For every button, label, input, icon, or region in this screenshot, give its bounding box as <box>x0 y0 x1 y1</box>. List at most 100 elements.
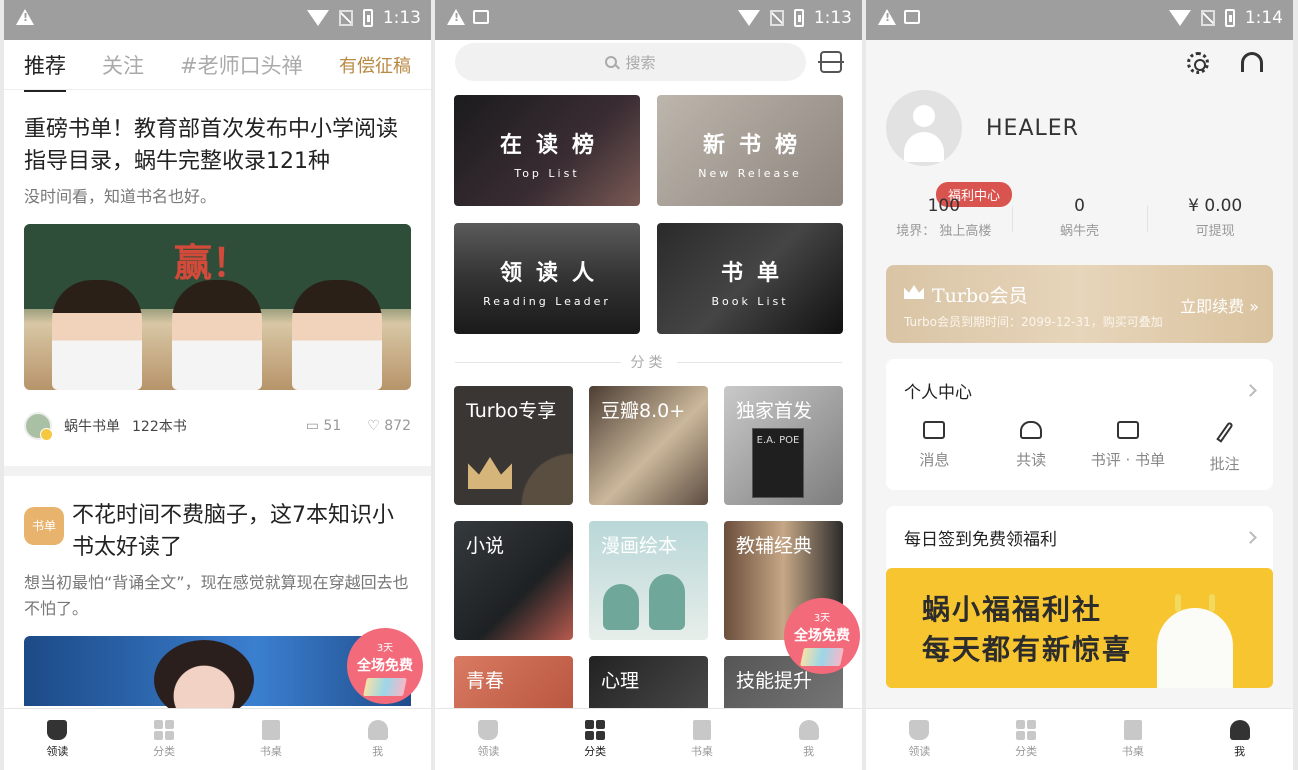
bottom-tab-bar: 领读 分类 书桌 我 <box>866 708 1293 770</box>
tab-hashtag[interactable]: #老师口头禅 <box>180 50 303 80</box>
tab-recommend[interactable]: 推荐 <box>24 50 66 92</box>
personal-center-card: 个人中心 消息 共读 书评 · 书单 批注 <box>886 359 1273 490</box>
tab-category[interactable]: 分类 <box>111 709 218 770</box>
category-tile[interactable]: 小说 <box>454 521 573 640</box>
tab-read[interactable]: 领读 <box>866 709 973 770</box>
category-tile[interactable]: 漫画绘本 <box>589 521 708 640</box>
tab-desk[interactable]: 书桌 <box>218 709 325 770</box>
stat-shells[interactable]: 0 蜗牛壳 <box>1011 196 1148 239</box>
users-icon <box>1020 421 1043 439</box>
personal-center-header[interactable]: 个人中心 <box>886 359 1273 421</box>
phone-feed-screen: 1:13 推荐 关注 #老师口头禅 有偿征稿 重磅书单！教育部首次发布中小学阅读… <box>4 0 431 770</box>
mail-icon <box>923 421 946 439</box>
scan-icon[interactable] <box>818 51 844 73</box>
status-time: 1:13 <box>813 8 852 28</box>
battery-icon <box>793 9 804 27</box>
mascot-illustration <box>1157 594 1233 688</box>
profile-stats: 100 境界： 独上高楼 0 蜗牛壳 ¥ 0.00 可提现 <box>866 196 1293 239</box>
phone-profile-screen: 1:14 HEALER 福利中心 100境界： 独上高楼 0蜗牛壳 ¥ 0.00… <box>866 0 1293 770</box>
post-image[interactable]: 赢！ <box>24 224 411 390</box>
avatar[interactable] <box>886 90 962 166</box>
post-title[interactable]: 重磅书单！教育部首次发布中小学阅读指导目录，蜗牛完整收录121种 <box>24 114 411 178</box>
bookshelf-icon <box>1123 720 1142 740</box>
search-input[interactable]: 搜索 <box>455 43 806 81</box>
messages-button[interactable]: 消息 <box>886 421 983 474</box>
new-release-card[interactable]: 新书榜 New Release <box>657 95 843 206</box>
stat-balance[interactable]: ¥ 0.00 可提现 <box>1147 196 1283 239</box>
annotations-button[interactable]: 批注 <box>1176 421 1273 474</box>
battery-icon <box>1224 9 1235 27</box>
ranking-cards: 在读榜 Top List 新书榜 New Release 领读人 Reading Le… <box>435 95 862 334</box>
post-card[interactable]: 重磅书单！教育部首次发布中小学阅读指导目录，蜗牛完整收录121种 没时间看，知道… <box>24 114 411 441</box>
category-tile[interactable]: 青春 <box>454 656 573 716</box>
tab-read[interactable]: 领读 <box>4 709 111 770</box>
grid-icon <box>585 720 606 740</box>
book-icon <box>478 720 499 740</box>
warning-icon <box>447 9 465 25</box>
free-promo-badge[interactable]: 3天 全场免费 <box>347 628 423 704</box>
free-promo-badge[interactable]: 3天 全场免费 <box>784 598 860 674</box>
bottom-tab-bar: 领读 分类 书桌 我 <box>4 708 431 770</box>
turbo-membership-card[interactable]: Turbo会员 Turbo会员到期时间：2099-12-31，购买可叠加 立即续… <box>886 265 1273 343</box>
post-card[interactable]: 书单 不花时间不费脑子，这7本知识小书太好读了 想当初最怕“背诵全文”，现在感觉… <box>4 500 431 720</box>
bookshelf-icon <box>261 720 280 740</box>
username[interactable]: HEALER <box>986 116 1079 141</box>
category-tile[interactable]: Turbo专享 <box>454 386 573 505</box>
tab-category[interactable]: 分类 <box>973 709 1080 770</box>
turbo-title: Turbo会员 <box>932 285 1028 307</box>
search-placeholder: 搜索 <box>625 53 656 72</box>
battery-icon <box>362 9 373 27</box>
tab-me[interactable]: 我 <box>1186 709 1293 770</box>
tab-category[interactable]: 分类 <box>542 709 649 770</box>
status-time: 1:14 <box>1244 8 1283 28</box>
category-grid: Turbo专享 豆瓣8.0+ 独家首发 E.A. POE 小说 漫画绘本 教辅经典… <box>435 386 862 716</box>
reviews-button[interactable]: 书评 · 书单 <box>1080 421 1177 474</box>
tab-desk[interactable]: 书桌 <box>1080 709 1187 770</box>
warning-icon <box>16 9 34 25</box>
daily-checkin-header[interactable]: 每日签到免费领福利 <box>886 506 1273 568</box>
user-icon <box>798 720 819 740</box>
comment-count[interactable]: ▭ 51 <box>306 418 342 434</box>
profile-header: HEALER <box>866 90 1293 166</box>
book-icon <box>909 720 930 740</box>
post-title[interactable]: 不花时间不费脑子，这7本知识小书太好读了 <box>72 500 411 564</box>
tab-me[interactable]: 我 <box>324 709 431 770</box>
category-tile[interactable]: 独家首发 E.A. POE <box>724 386 843 505</box>
tab-desk[interactable]: 书桌 <box>649 709 756 770</box>
feather-icon <box>1215 421 1234 443</box>
bottom-tab-bar: 领读 分类 书桌 我 <box>435 708 862 770</box>
renew-button[interactable]: 立即续费 » <box>1180 293 1259 317</box>
author-name[interactable]: 蜗牛书单 <box>64 416 120 436</box>
status-bar: 1:14 <box>866 0 1293 40</box>
user-icon <box>367 720 388 740</box>
headset-icon[interactable] <box>1241 52 1263 72</box>
comment-icon <box>1116 421 1139 439</box>
tab-follow[interactable]: 关注 <box>102 50 144 80</box>
avatar[interactable] <box>24 412 53 441</box>
top-list-card[interactable]: 在读榜 Top List <box>454 95 640 206</box>
wifi-icon <box>306 10 329 26</box>
tab-paid-submissions[interactable]: 有偿征稿 <box>339 52 411 78</box>
warning-icon <box>878 9 896 25</box>
blackboard-text: 赢！ <box>174 241 251 285</box>
thumb-up-icon: ♡ <box>367 418 385 434</box>
no-signal-icon <box>769 10 784 26</box>
book-list-card[interactable]: 书单 Book List <box>657 223 843 334</box>
comment-icon: ▭ <box>305 418 324 434</box>
co-read-button[interactable]: 共读 <box>983 421 1080 474</box>
wifi-icon <box>1168 10 1191 26</box>
chevron-right-icon <box>1244 530 1257 544</box>
gear-icon[interactable] <box>1187 52 1209 74</box>
welfare-banner[interactable]: 蜗小福福利社 每天都有新惊喜 <box>886 568 1273 688</box>
tab-me[interactable]: 我 <box>755 709 862 770</box>
like-count[interactable]: ♡ 872 <box>367 418 411 434</box>
feed-list: 重磅书单！教育部首次发布中小学阅读指导目录，蜗牛完整收录121种 没时间看，知道… <box>4 114 431 441</box>
tab-read[interactable]: 领读 <box>435 709 542 770</box>
category-tile[interactable]: 心理 <box>589 656 708 716</box>
reading-leader-card[interactable]: 领读人 Reading Leader <box>454 223 640 334</box>
search-icon <box>605 56 618 68</box>
category-tile[interactable]: 豆瓣8.0+ <box>589 386 708 505</box>
book-count: 122本书 <box>132 419 187 435</box>
book-icon <box>47 720 68 740</box>
stat-level[interactable]: 100 境界： 独上高楼 <box>876 196 1012 239</box>
